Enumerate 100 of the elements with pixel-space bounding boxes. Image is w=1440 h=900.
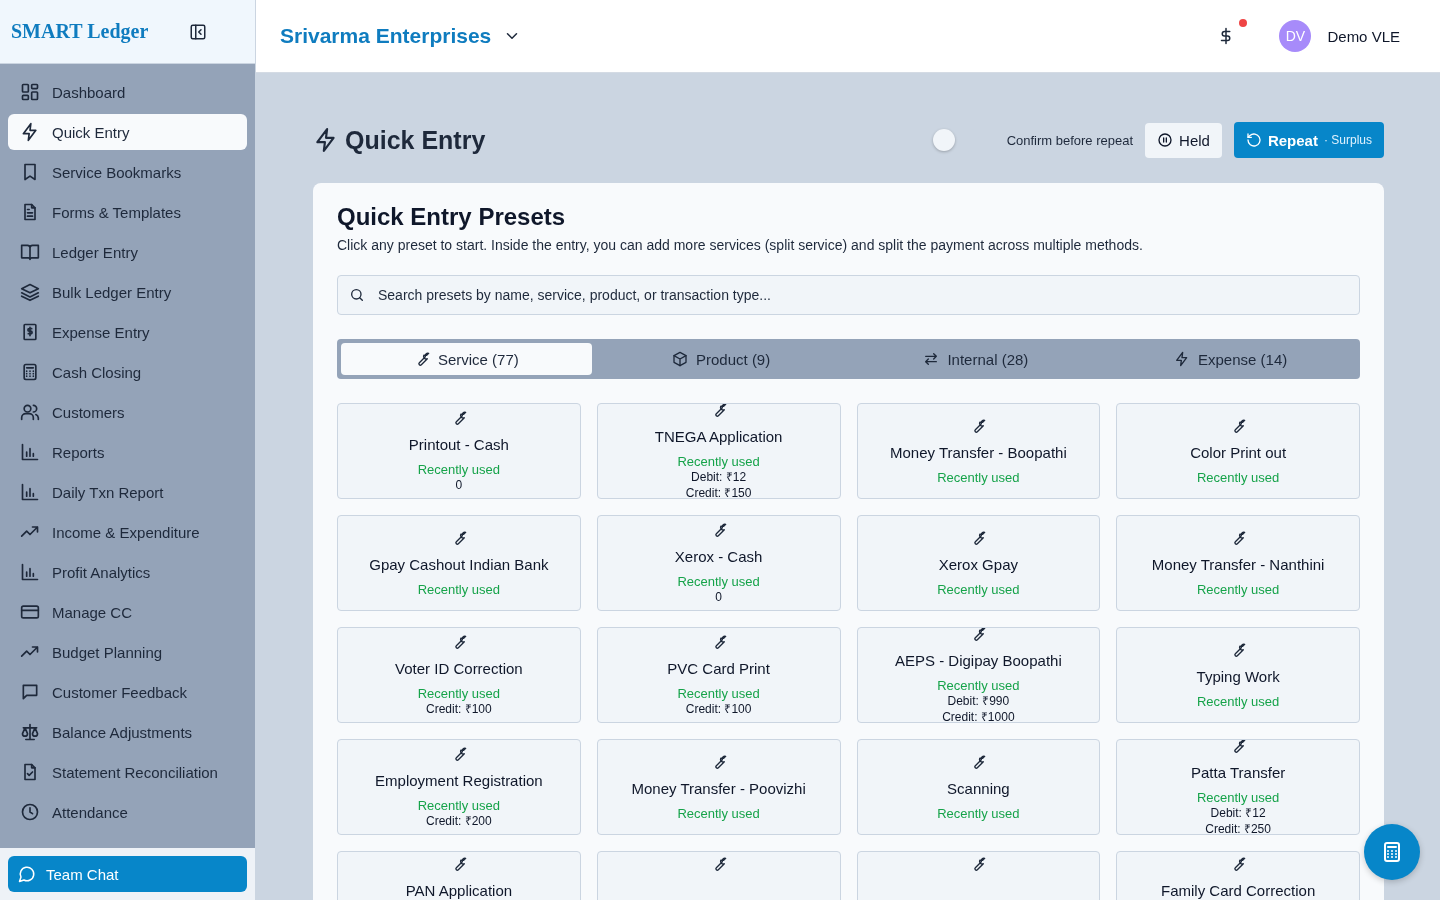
card-detail: Credit: ₹200 — [426, 813, 492, 829]
preset-card[interactable]: Printout - Cash Recently used 0 — [337, 403, 581, 499]
card-title: PVC Card Print — [667, 659, 770, 677]
lightning-icon — [20, 122, 40, 142]
sidebar-item[interactable]: Forms & Templates — [8, 194, 247, 230]
sidebar-item[interactable]: Quick Entry — [8, 114, 247, 150]
sidebar-item[interactable]: Bulk Ledger Entry — [8, 274, 247, 310]
recently-used-label: Recently used — [417, 581, 501, 597]
card-title: Family Card Correction — [1161, 882, 1316, 899]
chat-icon — [18, 865, 36, 883]
book-icon — [20, 242, 40, 262]
card-title: Money Transfer - Nanthini — [1151, 555, 1325, 573]
card-detail: Credit: ₹100 — [426, 701, 492, 717]
calculator-button[interactable] — [1364, 824, 1420, 880]
recently-used-label: Recently used — [937, 581, 1020, 597]
recently-used-label: Recently used — [677, 685, 760, 701]
sidebar-item[interactable]: Service Bookmarks — [8, 154, 247, 190]
swap-arrows-icon — [923, 351, 940, 367]
card-title: TNEGA Application — [654, 427, 783, 445]
app-logo[interactable]: SMART Ledger — [11, 20, 149, 43]
preset-card[interactable]: AEPS - Digipay Boopathi Recently used Debit: ₹990 Credit: ₹1000 — [856, 627, 1101, 723]
card-title: Scanning — [947, 779, 1010, 797]
card-detail: Credit: ₹250 — [1205, 820, 1271, 834]
card-title: Money Transfer - Poovizhi — [631, 779, 806, 797]
collapse-sidebar-button[interactable] — [189, 22, 207, 41]
preset-card[interactable]: Employment Registration Recently used Credit: ₹200 — [337, 739, 581, 835]
recently-used-label: Recently used — [417, 461, 501, 477]
card-title: Employment Registration — [375, 771, 543, 789]
preset-card[interactable]: Gpay Cashout Indian Bank Recently used — [337, 515, 581, 611]
tab[interactable]: Expense (14) — [1105, 343, 1356, 375]
sidebar-item[interactable]: Cash Closing — [8, 354, 247, 390]
preset-card[interactable]: Color Print out Recently used — [1116, 403, 1360, 499]
users-icon — [20, 402, 40, 422]
sidebar-item[interactable]: Statement Reconciliation — [8, 754, 247, 790]
bar-chart-icon — [20, 482, 40, 502]
card-detail: Credit: ₹150 — [685, 484, 752, 498]
preset-card[interactable]: Voter ID Correction Recently used Credit: ₹100 — [337, 627, 581, 723]
recently-used-label: Recently used — [417, 797, 501, 813]
card-title: Patta Transfer — [1191, 763, 1286, 781]
card-title: Xerox Gpay — [938, 555, 1018, 573]
recently-used-label: Recently used — [417, 685, 501, 701]
bar-chart-icon — [20, 562, 40, 582]
preset-card[interactable]: PVC Card Print Recently used Credit: ₹100 — [596, 627, 841, 723]
sidebar-item[interactable]: Attendance — [8, 794, 247, 830]
preset-card[interactable]: Scanning Recently used — [856, 739, 1101, 835]
user-name[interactable]: Demo VLE — [1327, 27, 1400, 45]
preset-card[interactable]: Money Transfer - Nanthini Recently used — [1116, 515, 1360, 611]
team-chat-button[interactable]: Team Chat — [8, 856, 247, 892]
tab[interactable]: Service (77) — [341, 343, 592, 375]
preset-card[interactable]: Family Card Correction — [1116, 851, 1360, 900]
card-title: Money Transfer - Boopathi — [890, 443, 1067, 461]
card-title: Typing Work — [1196, 667, 1280, 685]
recently-used-label: Recently used — [1196, 581, 1280, 597]
card-title: Voter ID Correction — [395, 659, 523, 677]
repeat-icon — [1245, 132, 1262, 148]
sidebar-item[interactable]: Daily Txn Report — [8, 474, 247, 510]
repeat-button[interactable]: Repeat · Surplus — [1233, 122, 1384, 158]
card-title: Printout - Cash — [408, 435, 509, 453]
recently-used-label: Recently used — [937, 677, 1020, 693]
box-icon — [672, 351, 688, 367]
preset-card[interactable]: Patta Transfer Recently used Debit: ₹12 Credit: ₹250 — [1116, 739, 1360, 835]
card-detail: Credit: ₹100 — [685, 701, 752, 717]
recently-used-label: Recently used — [677, 573, 760, 589]
card-title: Color Print out — [1190, 443, 1287, 461]
search-field[interactable]: Search presets by name, service, product, or transaction type... — [337, 275, 1360, 315]
pause-icon — [1157, 132, 1174, 148]
card-detail: Credit: ₹1000 — [942, 708, 1015, 722]
sidebar-item[interactable]: Expense Entry — [8, 314, 247, 350]
sidebar-item[interactable]: Customers — [8, 394, 247, 430]
card-title: AEPS - Digipay Boopathi — [895, 651, 1062, 669]
clock-icon — [20, 802, 40, 822]
preset-card[interactable]: PAN Application — [337, 851, 581, 900]
held-button[interactable]: Held — [1145, 122, 1222, 158]
business-selector[interactable]: Srivarma Enterprises — [280, 24, 522, 48]
message-icon — [20, 682, 40, 702]
card-title: Xerox - Cash — [674, 547, 763, 565]
card-detail: Debit: ₹990 — [947, 693, 1010, 709]
recently-used-label: Recently used — [677, 453, 760, 469]
preset-card[interactable]: Xerox Gpay Recently used — [856, 515, 1101, 611]
sidebar-item[interactable]: Balance Adjustments — [8, 714, 247, 750]
page-title: Quick Entry — [345, 125, 486, 155]
preset-card[interactable]: TNEGA Application Recently used Debit: ₹12 Credit: ₹150 — [596, 403, 841, 499]
bar-chart-icon — [20, 442, 40, 462]
toggle-label: Confirm before repeat — [1006, 132, 1134, 148]
sidebar-item[interactable]: Dashboard — [8, 74, 247, 110]
sidebar-item[interactable]: Manage CC — [8, 594, 247, 630]
search-icon — [349, 287, 365, 303]
sidebar-item[interactable]: Ledger Entry — [8, 234, 247, 270]
tab[interactable]: Product (9) — [595, 343, 847, 375]
sidebar-item[interactable]: Customer Feedback — [8, 674, 247, 710]
card-detail: 0 — [715, 589, 722, 605]
preset-card[interactable]: Money Transfer - Boopathi Recently used — [856, 403, 1101, 499]
preset-card[interactable]: Money Transfer - Poovizhi Recently used — [596, 739, 841, 835]
sidebar-item[interactable]: Income & Expenditure — [8, 514, 247, 550]
sidebar-item[interactable]: Budget Planning — [8, 634, 247, 670]
preset-card[interactable]: Typing Work Recently used — [1116, 627, 1360, 723]
sidebar-item[interactable]: Profit Analytics — [8, 554, 247, 590]
tab[interactable]: Internal (28) — [850, 343, 1102, 375]
sidebar-item[interactable]: Reports — [8, 434, 247, 470]
preset-card[interactable]: Xerox - Cash Recently used 0 — [596, 515, 841, 611]
